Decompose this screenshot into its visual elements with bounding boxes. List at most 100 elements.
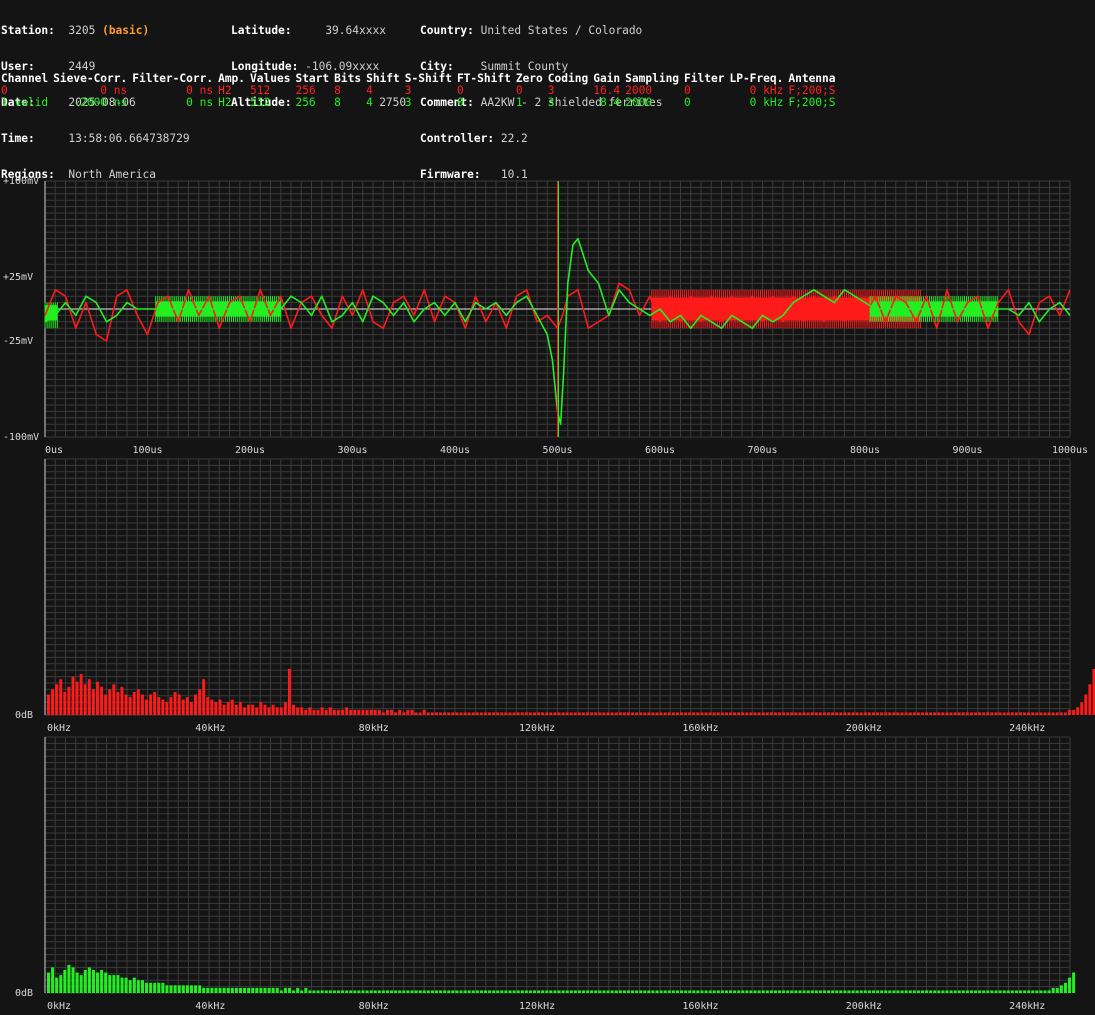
spectrum-bar [112, 975, 116, 993]
spectrum-bar [181, 699, 185, 715]
spectrum-bar [226, 702, 230, 715]
spectrum-bar [202, 679, 206, 715]
spectrum-bar [680, 990, 684, 993]
spectrum-bar [51, 967, 55, 993]
spectrum-bar [320, 707, 324, 715]
spectrum-bar [929, 712, 933, 715]
spectrum-bar [765, 990, 769, 993]
spectrum-bar [986, 712, 990, 715]
spectrum-bar [483, 712, 487, 715]
spectrum-bar [590, 990, 594, 993]
spectrum-bar [806, 990, 810, 993]
spectrum-bar [63, 969, 67, 993]
spectrum-bar [1010, 990, 1014, 993]
spectrum-bar [557, 712, 561, 715]
spectrum-bar [275, 707, 279, 715]
spectrum-bar [292, 704, 295, 715]
spectrum-bar [214, 702, 218, 715]
spectrum-bar [79, 975, 83, 993]
spectrum-bar [385, 990, 390, 993]
spectrum-bar [198, 985, 202, 993]
spectrum-bar [83, 969, 87, 993]
spectrum-bar [688, 990, 692, 993]
spectrum-bar [422, 990, 426, 993]
x-tick-label: 500us [542, 445, 572, 456]
spectrum-bar [381, 712, 385, 715]
spectrum-bar [684, 990, 688, 993]
spectrum-bar [165, 985, 169, 993]
spectrum-bar [238, 987, 242, 993]
spectrum-bar [279, 707, 283, 715]
spectrum-bar [194, 694, 197, 715]
spectrum-bar [680, 712, 683, 715]
x-tick-label: 900us [952, 445, 982, 456]
spectrum-bar [128, 980, 132, 993]
spectrum-bar [582, 712, 585, 715]
spectrum-bar [443, 990, 447, 993]
spectrum-bar [100, 969, 104, 993]
spectrum-bar [618, 712, 622, 715]
spectrum-bar [304, 709, 308, 715]
spectrum-bar [206, 697, 210, 715]
spectrum-bar [145, 982, 149, 993]
spectrum-bar [96, 681, 99, 715]
spectrum-bar [120, 686, 124, 715]
spectrum-bar [471, 990, 475, 993]
x-tick-label: 240kHz [1009, 1001, 1045, 1012]
spectrum-bar [524, 990, 528, 993]
spectrum-bar [606, 712, 610, 715]
x-tick-label: 120kHz [519, 723, 555, 734]
spectrum-bar [643, 990, 647, 993]
spectrum-bar [586, 990, 590, 993]
spectrum-bar [663, 990, 667, 993]
spectrum-bar [667, 712, 671, 715]
spectrum-bar [426, 712, 430, 715]
spectrum-bar [361, 990, 365, 993]
spectrum-bar [671, 990, 675, 993]
spectrum-bar [365, 709, 369, 715]
spectrum-bar [145, 699, 148, 715]
spectrum-bar [847, 712, 851, 715]
spectrum-bar [847, 990, 851, 993]
spectrum-bar [292, 990, 296, 993]
x-tick-label: 200kHz [846, 1001, 882, 1012]
spectrum-bar [769, 990, 773, 993]
spectrum-bar [63, 691, 67, 715]
spectrum-bar [353, 709, 357, 715]
spectrum-bar [994, 712, 998, 715]
y-tick-label: -25mV [3, 336, 33, 347]
spectrum-bar [434, 990, 439, 993]
spectrum-bar [720, 712, 724, 715]
spectrum-bar [434, 712, 438, 715]
spectrum-bar [377, 709, 381, 715]
spectrum-bar [104, 972, 108, 993]
spectrum-bar [430, 990, 434, 993]
spectrum-bar [1002, 990, 1006, 993]
spectrum-bar [1002, 712, 1006, 715]
spectrum-bar [1043, 712, 1047, 715]
spectrum-bar [733, 990, 737, 993]
spectrum-bar [655, 712, 659, 715]
spectrum-bar [569, 990, 573, 993]
spectrum-bar [843, 990, 847, 993]
spectrum-bar [259, 987, 263, 993]
spectrum-bar [463, 712, 467, 715]
spectrum-bar [1055, 712, 1059, 715]
spectrum-bar [1035, 990, 1039, 993]
spectrum-bar [537, 712, 541, 715]
spectrum-bar [863, 712, 867, 715]
spectrum-bar [1035, 712, 1039, 715]
spectrum-bar [896, 990, 900, 993]
spectrum-bar [67, 964, 71, 993]
spectrum-bar [479, 990, 483, 993]
spectrum-bar [965, 990, 969, 993]
spectrum-bar [761, 712, 765, 715]
spectrum-bar [818, 712, 822, 715]
spectrum-bar [1055, 987, 1059, 993]
spectrum-bar [920, 712, 924, 715]
spectrum-bar [271, 704, 275, 715]
x-tick-label: 300us [337, 445, 367, 456]
spectrum-bar [447, 712, 451, 715]
spectrum-bar [369, 709, 373, 715]
x-tick-label: 240kHz [1009, 723, 1045, 734]
